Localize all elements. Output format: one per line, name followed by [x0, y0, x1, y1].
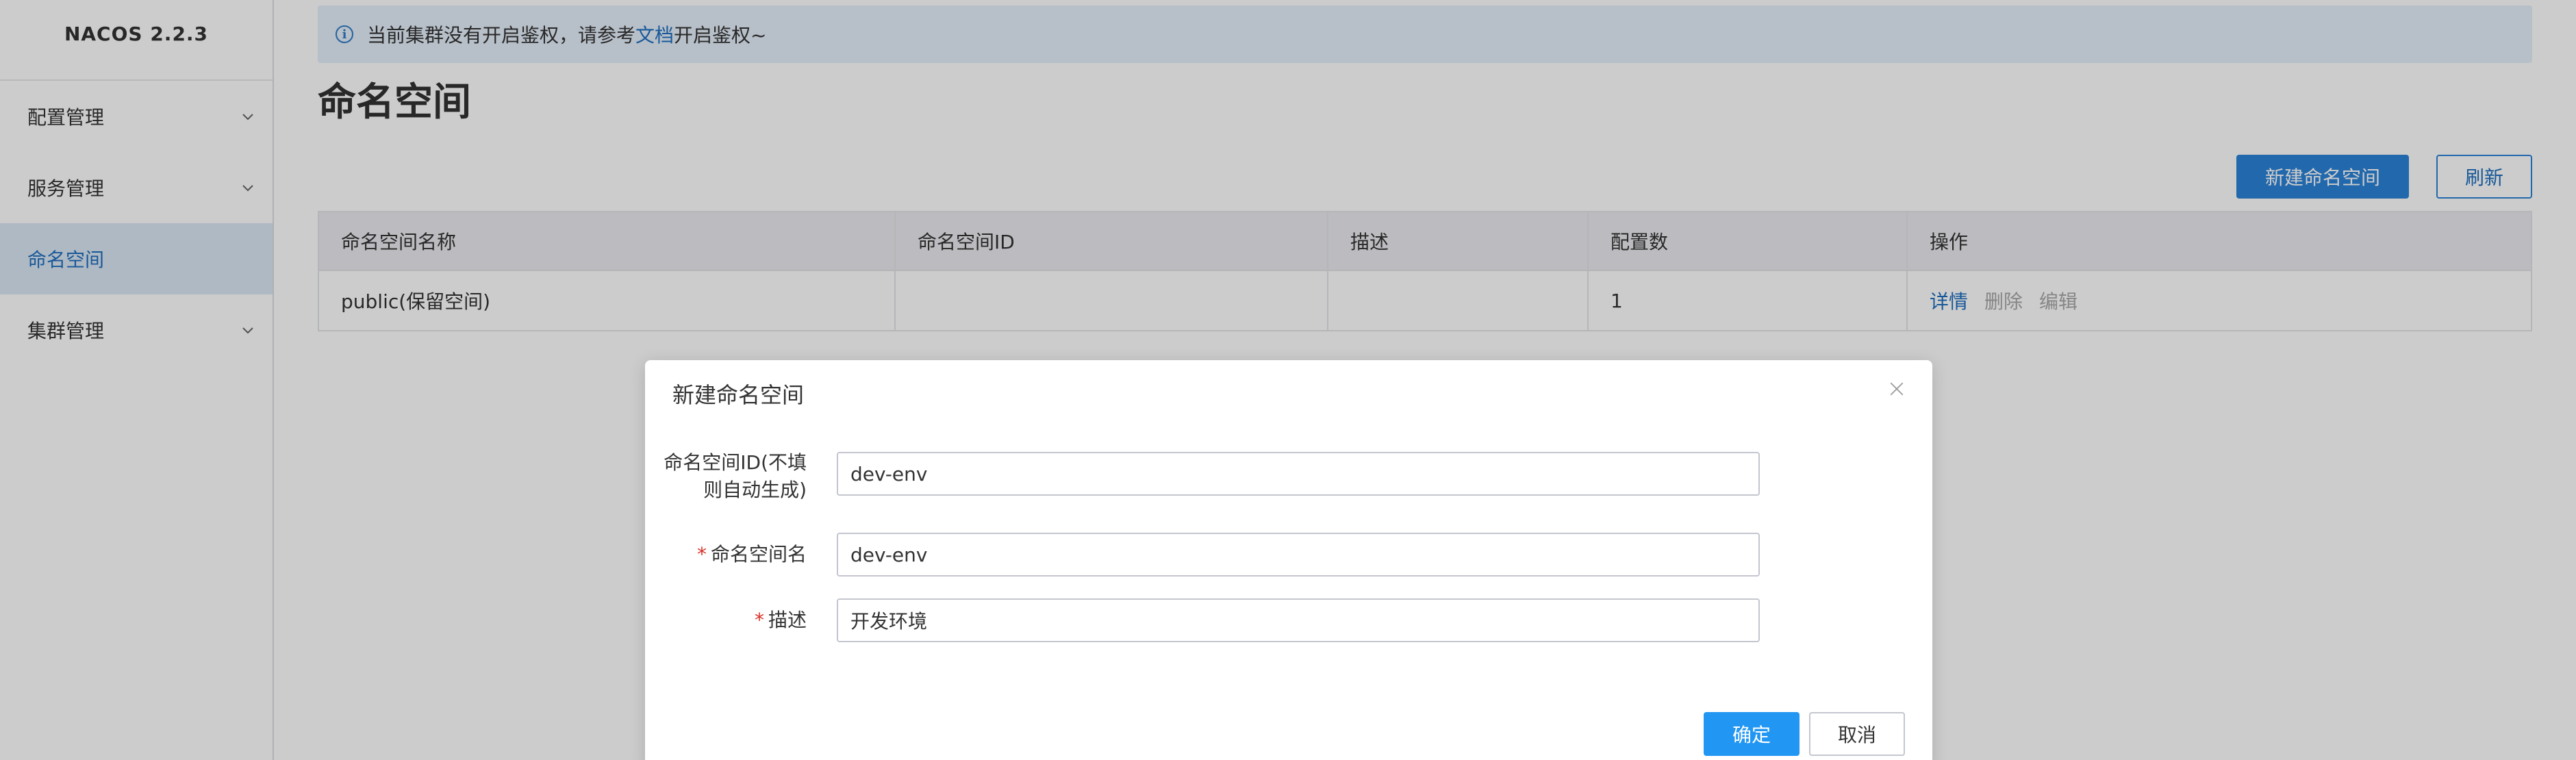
namespace-id-label: 命名空间ID(不填 则自动生成) — [645, 449, 823, 504]
namespace-name-label: * 命名空间名 — [645, 541, 823, 568]
confirm-button[interactable]: 确定 — [1704, 712, 1800, 756]
required-mark: * — [754, 609, 764, 631]
required-mark: * — [696, 543, 707, 566]
namespace-name-input[interactable]: dev-env — [837, 533, 1760, 577]
cancel-button[interactable]: 取消 — [1809, 712, 1905, 756]
form-row-namespace-name: * 命名空间名 dev-env — [645, 533, 1932, 577]
new-namespace-dialog: 新建命名空间 命名空间ID(不填 则自动生成) dev-env * 命名空间名 d… — [645, 360, 1932, 760]
description-label-text: 描述 — [768, 609, 807, 631]
form-row-description: * 描述 开发环境 — [645, 598, 1932, 642]
namespace-id-label-line2: 则自动生成) — [703, 479, 807, 501]
description-label: * 描述 — [645, 607, 823, 634]
namespace-name-label-text: 命名空间名 — [710, 543, 807, 566]
dialog-title: 新建命名空间 — [672, 382, 805, 408]
namespace-id-label-line1: 命名空间ID(不填 — [664, 451, 807, 474]
form-row-namespace-id: 命名空间ID(不填 则自动生成) dev-env — [645, 449, 1932, 504]
close-icon[interactable] — [1886, 378, 1908, 400]
namespace-id-input[interactable]: dev-env — [837, 452, 1760, 496]
description-input[interactable]: 开发环境 — [837, 598, 1760, 642]
